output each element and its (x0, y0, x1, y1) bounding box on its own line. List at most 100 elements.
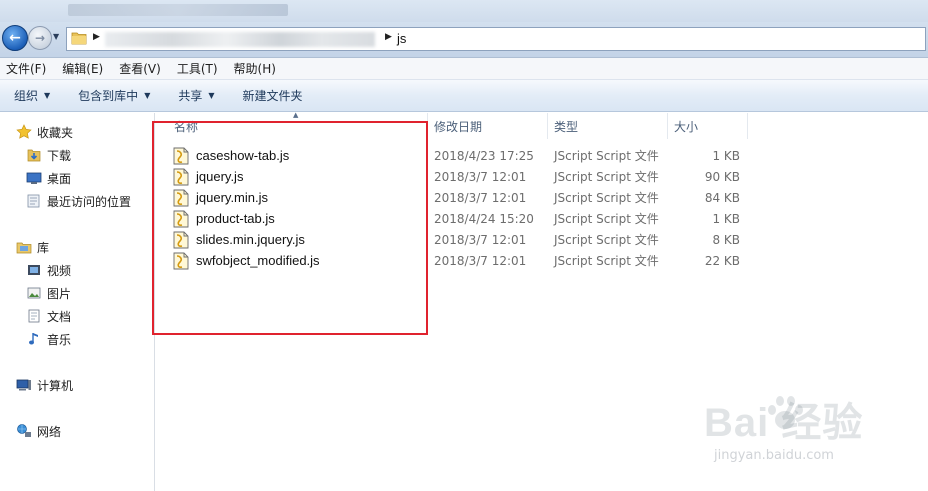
file-size: 22 KB (704, 253, 740, 268)
sidebar-item-label: 收藏夹 (37, 125, 74, 140)
file-type: JScript Script 文件 (554, 149, 659, 163)
file-name: swfobject_modified.js (196, 253, 320, 268)
jscript-file-icon (173, 147, 189, 164)
column-header-label: 大小 (674, 119, 699, 134)
sidebar-item-pictures[interactable]: 图片 (26, 283, 71, 303)
back-button[interactable]: ← (2, 25, 28, 51)
network-icon (16, 423, 32, 439)
sidebar-item-desktop[interactable]: 桌面 (26, 168, 71, 188)
forward-button[interactable]: → (28, 26, 52, 50)
file-type: JScript Script 文件 (554, 170, 659, 184)
file-row[interactable]: jquery.js 2018/3/7 12:01 JScript Script … (170, 166, 750, 187)
folder-icon (71, 32, 87, 45)
navigation-pane: 收藏夹 下载 桌面 最近访问的位置 库 视频 图片 文档 音乐 计算机 网络 (0, 113, 155, 491)
menu-edit[interactable]: 编辑(E) (62, 60, 103, 77)
file-name: caseshow-tab.js (196, 148, 290, 163)
file-name: jquery.min.js (196, 190, 269, 205)
sidebar-item-music[interactable]: 音乐 (26, 329, 71, 349)
file-type: JScript Script 文件 (554, 233, 659, 247)
file-type: JScript Script 文件 (554, 212, 659, 226)
include-in-library-button[interactable]: 包含到库中 ▼ (78, 87, 150, 104)
downloads-folder-icon (26, 147, 42, 163)
sidebar-item-label: 视频 (47, 263, 72, 278)
documents-library-icon (26, 308, 42, 324)
menu-view[interactable]: 查看(V) (119, 60, 161, 77)
file-size: 1 KB (712, 148, 740, 163)
library-icon (16, 239, 32, 255)
recent-pages-dropdown[interactable]: ▼ (53, 32, 63, 42)
column-header-label: 类型 (554, 119, 579, 134)
watermark: Bai 经验 jingyan.baidu.com (704, 390, 924, 480)
sidebar-item-label: 计算机 (37, 378, 74, 393)
jscript-file-icon (173, 189, 189, 206)
column-header-size[interactable]: 大小 (668, 113, 748, 139)
menu-help[interactable]: 帮助(H) (234, 60, 276, 77)
jscript-file-icon (173, 210, 189, 227)
sidebar-item-downloads[interactable]: 下载 (26, 145, 71, 165)
sort-ascending-icon: ▲ (293, 111, 299, 119)
new-folder-label: 新建文件夹 (242, 89, 303, 103)
file-size: 90 KB (704, 169, 740, 184)
file-row[interactable]: caseshow-tab.js 2018/4/23 17:25 JScript … (170, 145, 750, 166)
sidebar-item-label: 图片 (47, 286, 72, 301)
jscript-file-icon (173, 252, 189, 269)
file-row[interactable]: swfobject_modified.js 2018/3/7 12:01 JSc… (170, 250, 750, 271)
file-size: 8 KB (712, 232, 740, 247)
include-in-library-label: 包含到库中 (78, 89, 139, 103)
music-library-icon (26, 331, 42, 347)
sidebar-item-label: 文档 (47, 309, 72, 324)
file-name: jquery.js (196, 169, 244, 184)
address-bar[interactable]: ▶ ▶ js (66, 27, 926, 51)
file-date: 2018/3/7 12:01 (434, 190, 527, 205)
forward-arrow-icon: → (34, 31, 46, 45)
file-type: JScript Script 文件 (554, 191, 659, 205)
column-header-label: 名称 (174, 119, 199, 134)
column-header-label: 修改日期 (434, 119, 483, 134)
file-row[interactable]: slides.min.jquery.js 2018/3/7 12:01 JScr… (170, 229, 750, 250)
sidebar-item-videos[interactable]: 视频 (26, 260, 71, 280)
sidebar-item-label: 网络 (37, 424, 62, 439)
file-row[interactable]: product-tab.js 2018/4/24 15:20 JScript S… (170, 208, 750, 229)
recent-places-icon (26, 193, 42, 209)
back-arrow-icon: ← (9, 30, 21, 46)
file-name: product-tab.js (196, 211, 275, 226)
sidebar-item-libraries[interactable]: 库 (16, 237, 49, 257)
breadcrumb-chevron-icon[interactable]: ▶ (385, 32, 392, 42)
menu-tools[interactable]: 工具(T) (177, 60, 218, 77)
blurred-window-title (68, 4, 288, 16)
star-icon (16, 124, 32, 140)
share-button[interactable]: 共享 ▼ (178, 87, 214, 104)
watermark-url: jingyan.baidu.com (714, 448, 834, 463)
file-date: 2018/3/7 12:01 (434, 232, 527, 247)
column-header-date[interactable]: 修改日期 (428, 113, 548, 139)
column-header-type[interactable]: 类型 (548, 113, 668, 139)
breadcrumb-current-folder[interactable]: js (397, 31, 406, 46)
sidebar-item-favorites[interactable]: 收藏夹 (16, 122, 73, 142)
blurred-path-segment (105, 32, 375, 47)
file-date: 2018/3/7 12:01 (434, 169, 527, 184)
file-type: JScript Script 文件 (554, 254, 659, 268)
menu-file[interactable]: 文件(F) (6, 60, 46, 77)
chevron-down-icon: ▼ (208, 91, 215, 100)
jscript-file-icon (173, 168, 189, 185)
file-date: 2018/4/23 17:25 (434, 148, 534, 163)
sidebar-item-label: 桌面 (47, 171, 72, 186)
sidebar-item-label: 最近访问的位置 (47, 194, 132, 209)
sidebar-item-label: 下载 (47, 148, 72, 163)
sidebar-item-computer[interactable]: 计算机 (16, 375, 73, 395)
new-folder-button[interactable]: 新建文件夹 (243, 87, 303, 104)
sidebar-item-recent-places[interactable]: 最近访问的位置 (26, 191, 131, 211)
menu-bar: 文件(F) 编辑(E) 查看(V) 工具(T) 帮助(H) (0, 58, 928, 80)
organize-label: 组织 (14, 89, 39, 103)
organize-button[interactable]: 组织 ▼ (14, 87, 50, 104)
sidebar-item-documents[interactable]: 文档 (26, 306, 71, 326)
jscript-file-icon (173, 231, 189, 248)
breadcrumb-chevron-icon[interactable]: ▶ (93, 32, 100, 42)
file-date: 2018/4/24 15:20 (434, 211, 534, 226)
paw-icon (768, 396, 803, 429)
sidebar-item-network[interactable]: 网络 (16, 421, 61, 441)
video-library-icon (26, 262, 42, 278)
navigation-bar: ← → ▼ ▶ ▶ js (0, 22, 928, 58)
desktop-icon (26, 170, 42, 186)
file-row[interactable]: jquery.min.js 2018/3/7 12:01 JScript Scr… (170, 187, 750, 208)
